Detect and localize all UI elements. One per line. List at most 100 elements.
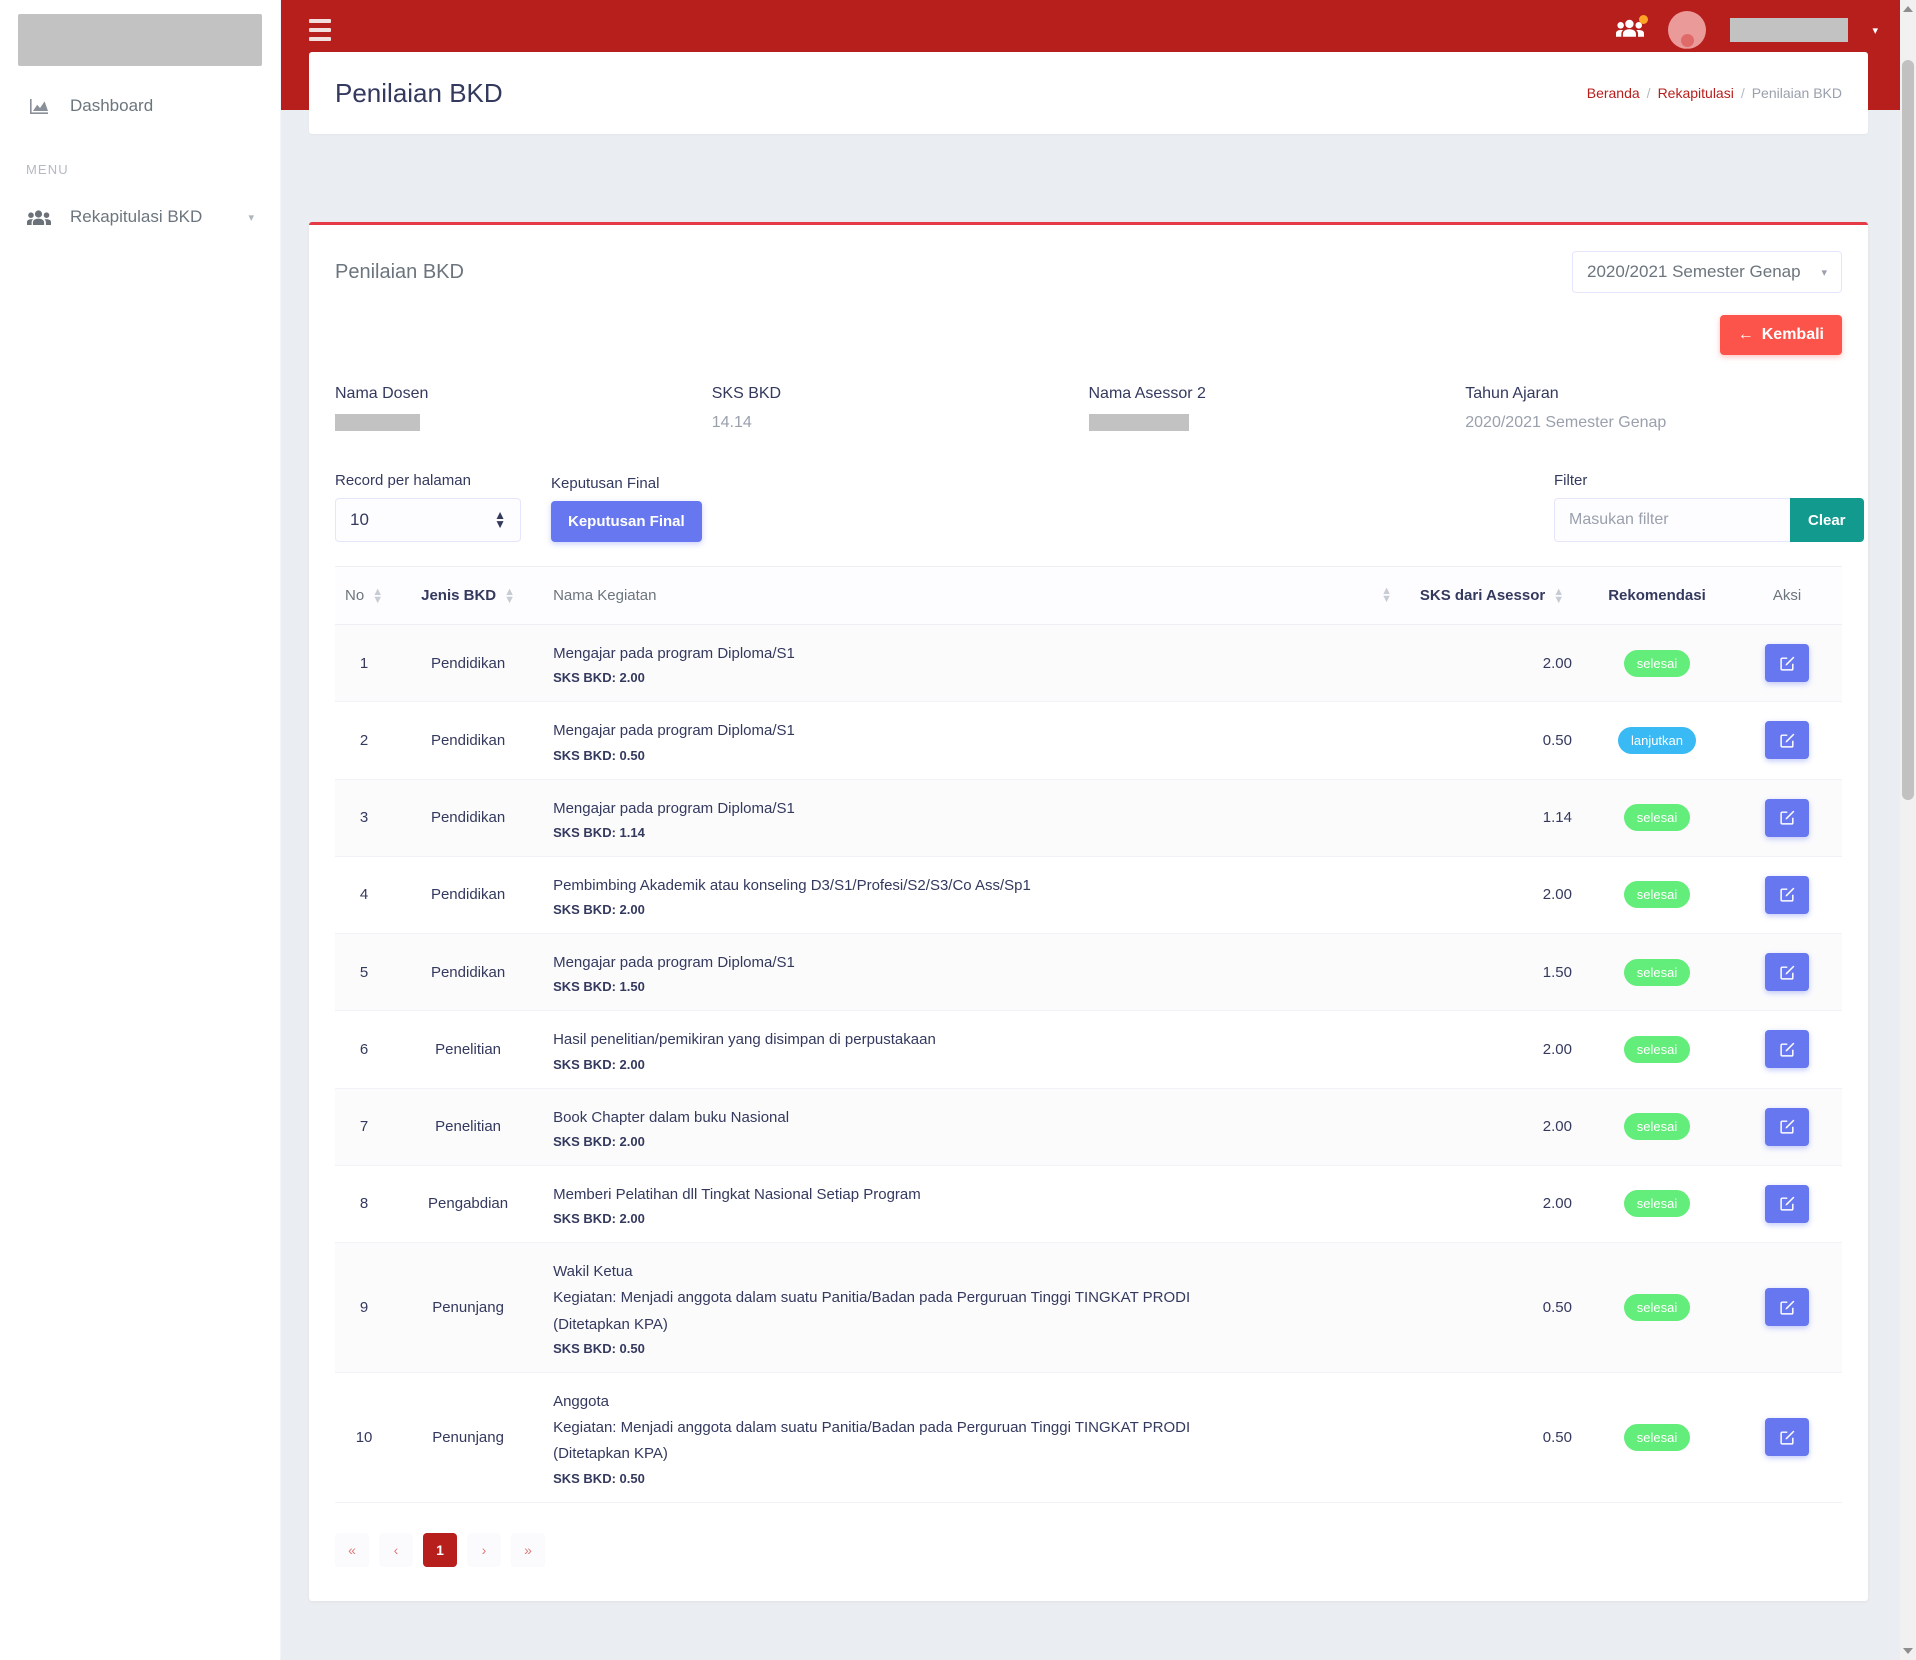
breadcrumb-beranda[interactable]: Beranda xyxy=(1587,85,1640,101)
cell-jenis-bkd: Pendidikan xyxy=(393,702,543,779)
cell-sks-asessor: 2.00 xyxy=(1402,1011,1582,1088)
sidebar-item-label: Rekapitulasi BKD xyxy=(70,207,202,227)
nama-dosen-redacted xyxy=(335,414,420,431)
edit-button[interactable] xyxy=(1765,799,1809,837)
edit-button[interactable] xyxy=(1765,1418,1809,1456)
info-label: Nama Asessor 2 xyxy=(1089,385,1466,403)
penilaian-card: Penilaian BKD 2020/2021 Semester Genap ▾… xyxy=(309,222,1868,1601)
cell-rekomendasi: selesai xyxy=(1582,625,1732,702)
status-badge: selesai xyxy=(1624,1113,1690,1140)
semester-select-value: 2020/2021 Semester Genap xyxy=(1587,262,1801,282)
cell-sks-bkd: SKS BKD: 1.14 xyxy=(553,825,1392,840)
info-nama-dosen: Nama Dosen xyxy=(335,385,712,436)
scrollbar-thumb[interactable] xyxy=(1902,60,1914,800)
semester-select[interactable]: 2020/2021 Semester Genap ▾ xyxy=(1572,251,1842,293)
record-per-page-control: Record per halaman 10 ▲▼ xyxy=(335,472,521,542)
cell-aksi xyxy=(1732,1243,1842,1373)
col-jenis-bkd[interactable]: Jenis BKD▲▼ xyxy=(393,567,543,625)
table-body: 1PendidikanMengajar pada program Diploma… xyxy=(335,625,1842,1503)
hamburger-icon[interactable] xyxy=(309,19,331,41)
edit-icon xyxy=(1779,655,1796,672)
sidebar-item-rekapitulasi-bkd[interactable]: Rekapitulasi BKD ▾ xyxy=(0,195,280,239)
kegiatan-line: Kegiatan: Menjadi anggota dalam suatu Pa… xyxy=(553,1285,1392,1311)
edit-button[interactable] xyxy=(1765,953,1809,991)
pagination-prev[interactable]: ‹ xyxy=(379,1533,413,1567)
table-row: 10PenunjangAnggotaKegiatan: Menjadi angg… xyxy=(335,1372,1842,1502)
cell-no: 10 xyxy=(335,1372,393,1502)
cell-nama-kegiatan: Mengajar pada program Diploma/S1SKS BKD:… xyxy=(543,702,1402,779)
cell-jenis-bkd: Penelitian xyxy=(393,1011,543,1088)
cell-sks-bkd: SKS BKD: 1.50 xyxy=(553,979,1392,994)
info-value: 14.14 xyxy=(712,414,1089,432)
nama-asessor-redacted xyxy=(1089,414,1189,431)
status-badge: selesai xyxy=(1624,881,1690,908)
cell-sks-bkd: SKS BKD: 0.50 xyxy=(553,1471,1392,1486)
chevron-down-icon: ▾ xyxy=(248,211,254,224)
col-no[interactable]: No▲▼ xyxy=(335,567,393,625)
chevron-down-icon[interactable]: ▾ xyxy=(1872,24,1878,37)
info-label: SKS BKD xyxy=(712,385,1089,403)
edit-button[interactable] xyxy=(1765,644,1809,682)
kembali-button[interactable]: ← Kembali xyxy=(1720,315,1842,355)
sidebar-item-dashboard[interactable]: Dashboard xyxy=(0,84,280,128)
cell-nama-kegiatan: Mengajar pada program Diploma/S1SKS BKD:… xyxy=(543,779,1402,856)
users-notification-icon[interactable] xyxy=(1616,18,1644,43)
keputusan-final-button[interactable]: Keputusan Final xyxy=(551,501,702,542)
cell-rekomendasi: selesai xyxy=(1582,1372,1732,1502)
record-per-page-value: 10 xyxy=(350,510,369,530)
cell-nama-kegiatan: Mengajar pada program Diploma/S1SKS BKD:… xyxy=(543,934,1402,1011)
edit-button[interactable] xyxy=(1765,1288,1809,1326)
status-badge: selesai xyxy=(1624,1294,1690,1321)
table-row: 9PenunjangWakil KetuaKegiatan: Menjadi a… xyxy=(335,1243,1842,1373)
status-badge: selesai xyxy=(1624,804,1690,831)
cell-rekomendasi: lanjutkan xyxy=(1582,702,1732,779)
cell-nama-kegiatan: AnggotaKegiatan: Menjadi anggota dalam s… xyxy=(543,1372,1402,1502)
sidebar-section-menu: MENU xyxy=(0,162,280,177)
pagination-page-1[interactable]: 1 xyxy=(423,1533,457,1567)
pagination-first[interactable]: « xyxy=(335,1533,369,1567)
cell-rekomendasi: selesai xyxy=(1582,934,1732,1011)
edit-button[interactable] xyxy=(1765,1030,1809,1068)
edit-button[interactable] xyxy=(1765,876,1809,914)
edit-button[interactable] xyxy=(1765,1185,1809,1223)
username-redacted[interactable] xyxy=(1730,18,1848,42)
col-nama-kegiatan[interactable]: Nama Kegiatan▲▼ xyxy=(543,567,1402,625)
kegiatan-line: Kegiatan: Menjadi anggota dalam suatu Pa… xyxy=(553,1415,1392,1441)
filter-label: Filter xyxy=(1554,472,1842,489)
info-nama-asessor-2: Nama Asessor 2 xyxy=(1089,385,1466,436)
kegiatan-line: Book Chapter dalam buku Nasional xyxy=(553,1105,1392,1131)
pagination-next[interactable]: › xyxy=(467,1533,501,1567)
cell-sks-bkd: SKS BKD: 2.00 xyxy=(553,1211,1392,1226)
cell-aksi xyxy=(1732,1165,1842,1242)
filter-input[interactable] xyxy=(1554,498,1790,542)
cell-jenis-bkd: Pendidikan xyxy=(393,934,543,1011)
cell-sks-bkd: SKS BKD: 2.00 xyxy=(553,670,1392,685)
edit-button[interactable] xyxy=(1765,1108,1809,1146)
edit-icon xyxy=(1779,1195,1796,1212)
kembali-label: Kembali xyxy=(1762,326,1824,344)
status-badge: selesai xyxy=(1624,650,1690,677)
record-per-page-select[interactable]: 10 ▲▼ xyxy=(335,498,521,542)
scroll-up-icon[interactable] xyxy=(1903,6,1913,12)
breadcrumb-rekapitulasi[interactable]: Rekapitulasi xyxy=(1658,85,1734,101)
info-label: Nama Dosen xyxy=(335,385,712,403)
edit-button[interactable] xyxy=(1765,721,1809,759)
user-avatar-icon[interactable] xyxy=(1668,11,1706,49)
pagination-last[interactable]: » xyxy=(511,1533,545,1567)
clear-filter-button[interactable]: Clear xyxy=(1790,498,1864,542)
chart-area-icon xyxy=(26,98,52,115)
table-row: 3PendidikanMengajar pada program Diploma… xyxy=(335,779,1842,856)
cell-no: 5 xyxy=(335,934,393,1011)
cell-sks-asessor: 2.00 xyxy=(1402,856,1582,933)
table-header-row: No▲▼ Jenis BKD▲▼ Nama Kegiatan▲▼ SKS dar… xyxy=(335,567,1842,625)
cell-sks-bkd: SKS BKD: 2.00 xyxy=(553,902,1392,917)
cell-no: 1 xyxy=(335,625,393,702)
vertical-scrollbar[interactable] xyxy=(1900,0,1916,1660)
cell-rekomendasi: selesai xyxy=(1582,779,1732,856)
breadcrumb: Beranda / Rekapitulasi / Penilaian BKD xyxy=(1587,85,1842,101)
table-row: 7PenelitianBook Chapter dalam buku Nasio… xyxy=(335,1088,1842,1165)
info-value xyxy=(1089,414,1466,436)
scroll-down-icon[interactable] xyxy=(1903,1648,1913,1654)
card-header: Penilaian BKD 2020/2021 Semester Genap ▾ xyxy=(309,225,1868,293)
col-sks-asessor[interactable]: SKS dari Asessor▲▼ xyxy=(1402,567,1582,625)
